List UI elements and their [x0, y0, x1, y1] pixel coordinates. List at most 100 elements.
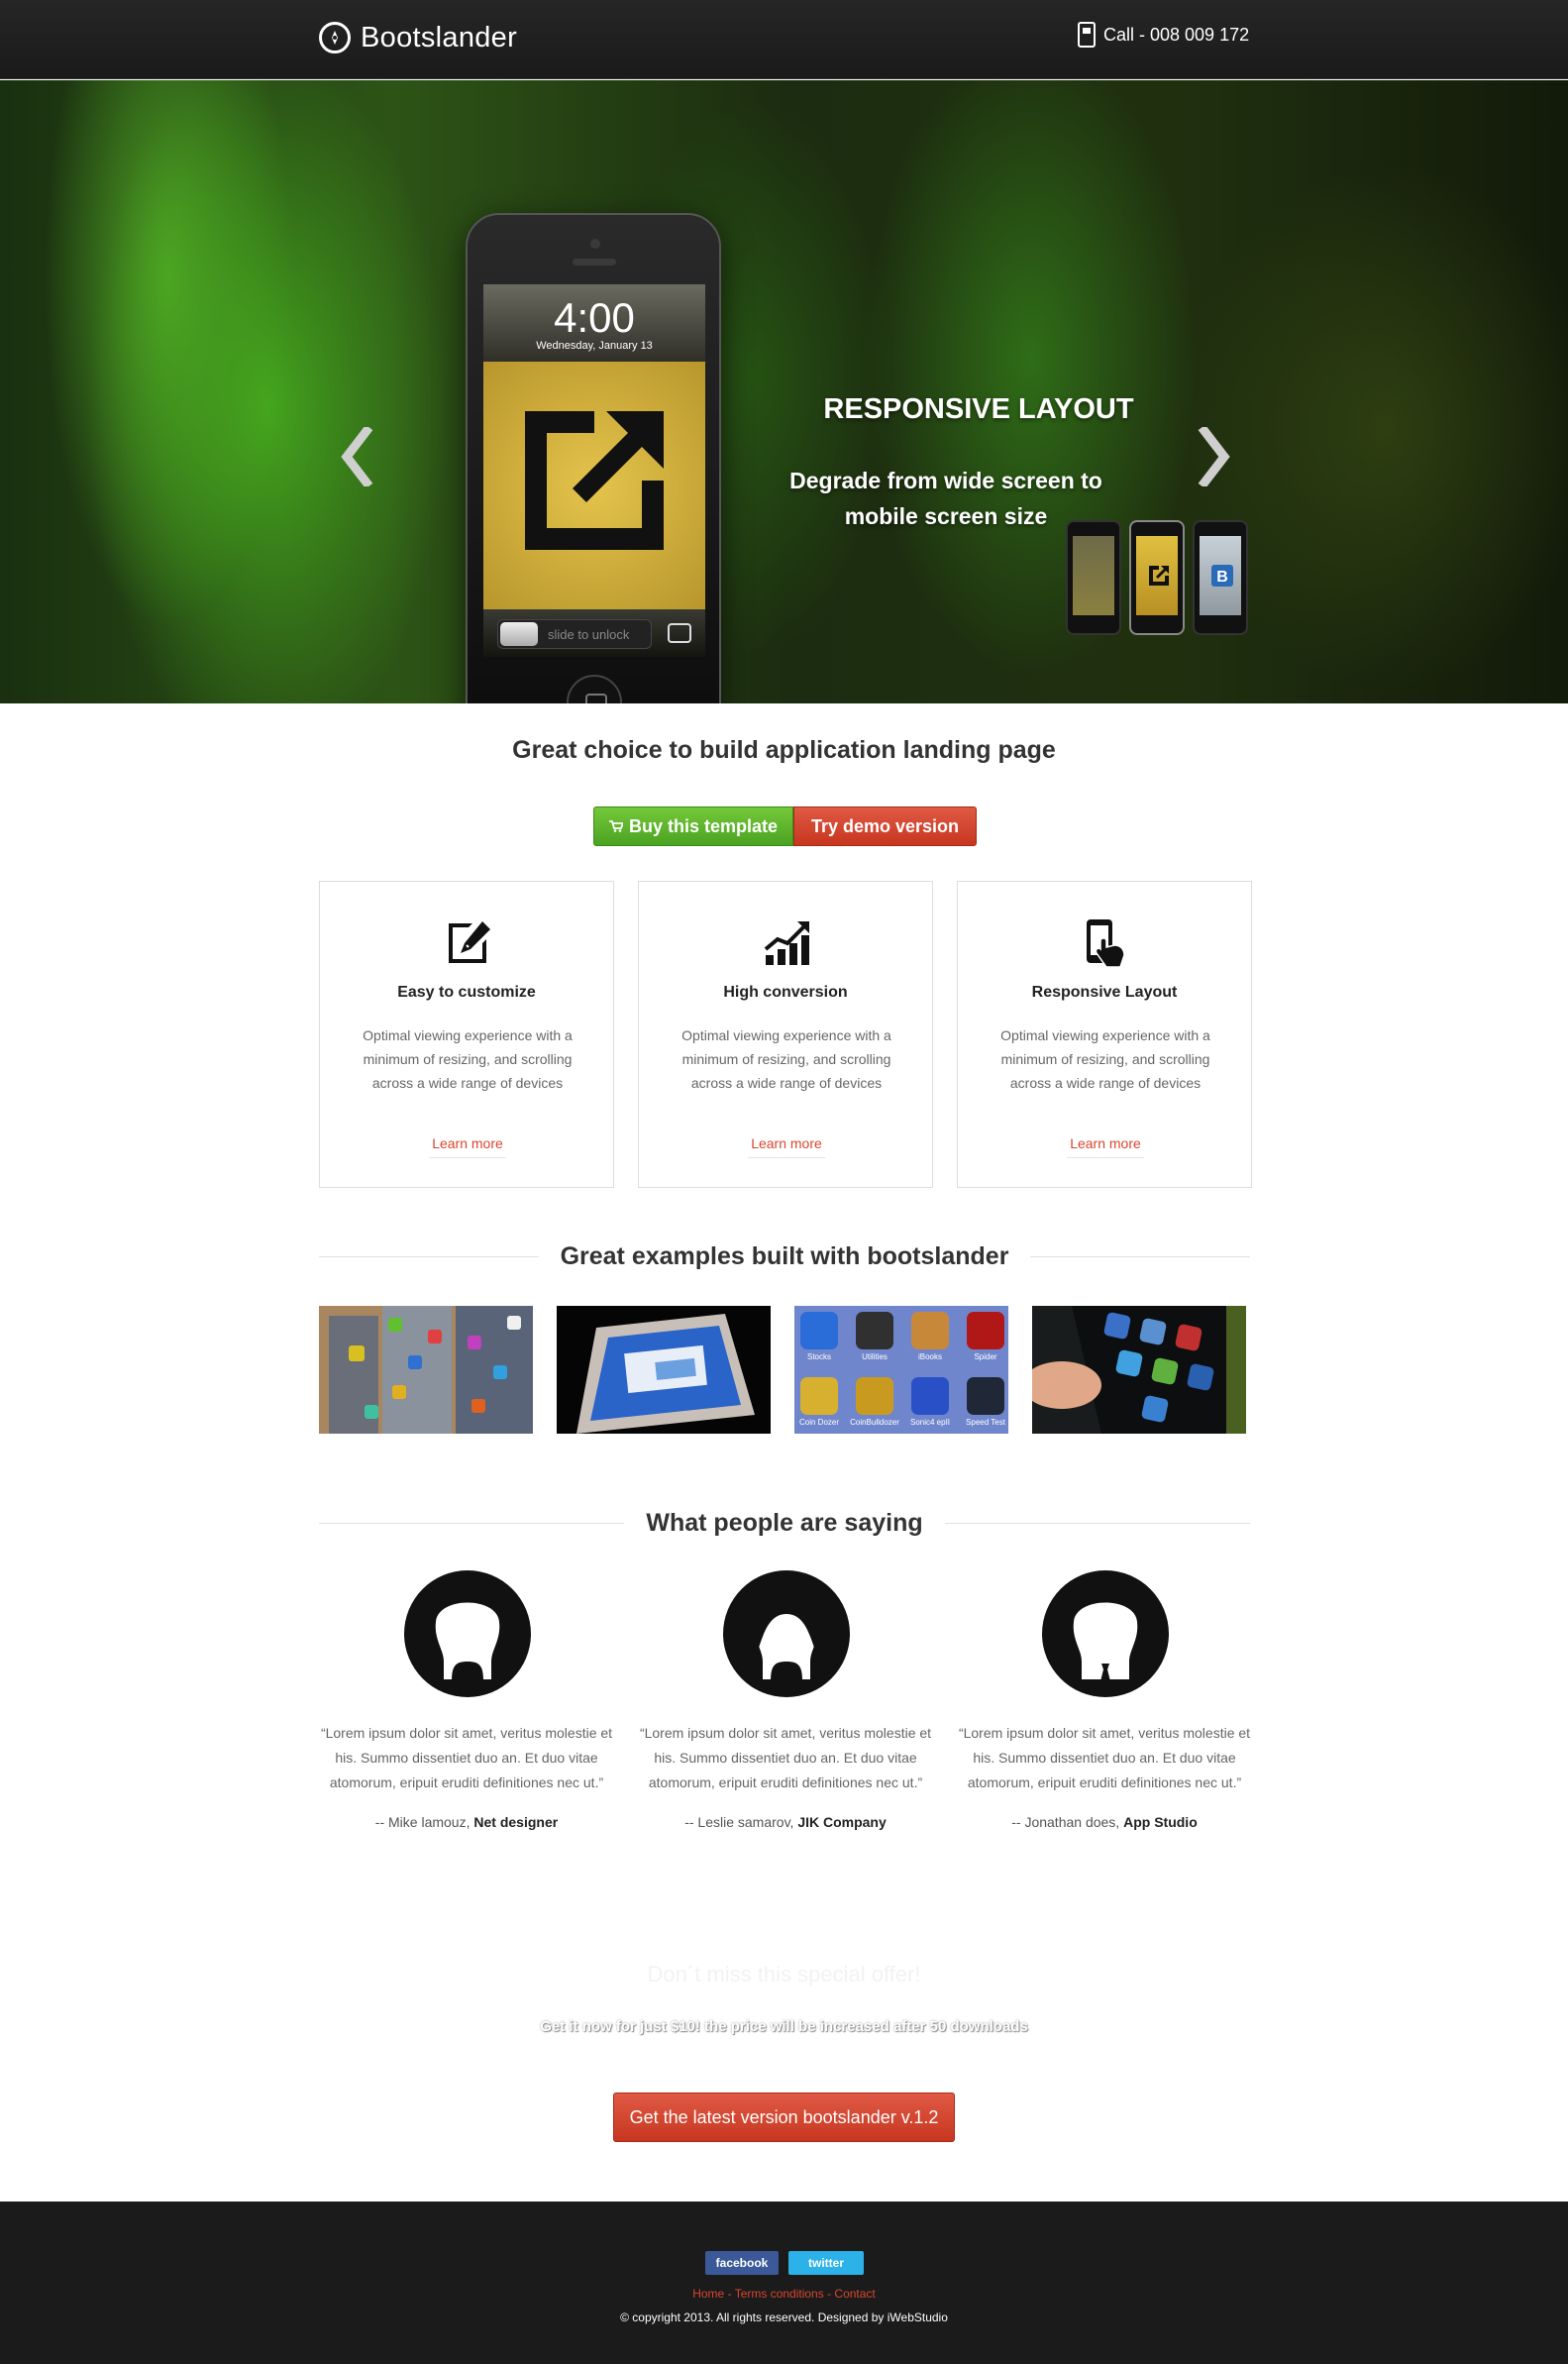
author-name: -- Leslie samarov, — [684, 1814, 798, 1830]
app-label: iBooks — [917, 1352, 942, 1361]
testimonials-heading-text: What people are saying — [646, 1508, 923, 1537]
footer-link-contact[interactable]: Contact — [834, 2287, 875, 2301]
user-avatar-icon — [1042, 1570, 1169, 1697]
footer-links: Home - Terms conditions - Contact — [0, 2287, 1568, 2301]
social-links: facebook twitter — [705, 2251, 864, 2275]
copyright-text: © copyright 2013. All rights reserved. D… — [620, 2310, 948, 2324]
testimonial-card: “Lorem ipsum dolor sit amet, veritus mol… — [638, 1570, 933, 1838]
example-image-1[interactable] — [319, 1306, 533, 1434]
lockscreen-wallpaper — [483, 362, 705, 609]
testimonial-quote: “Lorem ipsum dolor sit amet, veritus mol… — [320, 1725, 613, 1790]
testimonial-quote: “Lorem ipsum dolor sit amet, veritus mol… — [639, 1725, 932, 1790]
twitter-button[interactable]: twitter — [788, 2251, 864, 2275]
feature-title: High conversion — [723, 984, 848, 1001]
example-image-3[interactable]: Stocks Utilities iBooks Spider Coin Doze… — [794, 1306, 1008, 1434]
feature-card-customize: Easy to customize Optimal viewing experi… — [319, 881, 614, 1188]
example-gallery: Stocks Utilities iBooks Spider Coin Doze… — [319, 1306, 1246, 1434]
brand-name: Bootslander — [361, 21, 518, 54]
svg-text:B: B — [1216, 569, 1228, 586]
slide-to-unlock-label: slide to unlock — [548, 627, 630, 642]
slider-thumb-2[interactable] — [1129, 520, 1185, 635]
phone-speaker — [573, 259, 616, 266]
divider — [319, 1255, 539, 1257]
brand-logo-link[interactable]: Bootslander — [319, 18, 517, 57]
testimonial-list: “Lorem ipsum dolor sit amet, veritus mol… — [319, 1570, 1252, 1838]
author-company: JIK Company — [797, 1814, 887, 1830]
learn-more-link[interactable]: Learn more — [748, 1135, 825, 1158]
footer-link-terms[interactable]: Terms conditions — [735, 2287, 824, 2301]
app-label: Speed Test — [966, 1418, 1005, 1427]
footer-separator: - — [724, 2287, 735, 2301]
hero-subtitle-line1: Degrade from wide screen to — [789, 468, 1102, 493]
examples-heading-text: Great examples built with bootslander — [560, 1241, 1009, 1270]
try-demo-button[interactable]: Try demo version — [793, 806, 977, 846]
feature-title: Responsive Layout — [1031, 984, 1178, 1001]
slider-thumb-1[interactable] — [1066, 520, 1121, 635]
facebook-button[interactable]: facebook — [705, 2251, 779, 2275]
feature-text: Optimal viewing experience with a minimu… — [681, 1027, 891, 1091]
testimonial-author: -- Leslie samarov, JIK Company — [638, 1814, 933, 1830]
edit-icon — [449, 921, 490, 963]
divider — [944, 1522, 1250, 1524]
learn-more-link[interactable]: Learn more — [1067, 1135, 1144, 1158]
example-image-2[interactable] — [557, 1306, 771, 1434]
feature-text: Optimal viewing experience with a minimu… — [1000, 1027, 1210, 1091]
app-label: Stocks — [806, 1352, 831, 1361]
buy-template-button[interactable]: Buy this template — [593, 806, 793, 846]
testimonial-card: “Lorem ipsum dolor sit amet, veritus mol… — [957, 1570, 1252, 1838]
chevron-right-icon[interactable] — [1195, 424, 1234, 489]
intro-tagline: Great choice to build application landin… — [512, 736, 1056, 764]
camera-icon[interactable] — [668, 623, 691, 643]
get-latest-version-button[interactable]: Get the latest version bootslander v.1.2 — [613, 2093, 955, 2142]
phone-mockup: 4:00 Wednesday, January 13 slide to unlo… — [466, 213, 721, 703]
feature-text: Optimal viewing experience with a minimu… — [363, 1027, 573, 1091]
hero-title: RESPONSIVE LAYOUT — [823, 393, 1134, 425]
offer-subtitle: Get it now for just $10! the price will … — [540, 2018, 1028, 2035]
author-company: Net designer — [473, 1814, 559, 1830]
hero-slider: 4:00 Wednesday, January 13 slide to unlo… — [0, 80, 1568, 703]
touch-phone-icon — [1087, 919, 1125, 968]
footer-link-home[interactable]: Home — [692, 2287, 724, 2301]
feature-card-conversion: High conversion Optimal viewing experien… — [638, 881, 933, 1188]
example-image-4[interactable] — [1032, 1306, 1246, 1434]
slide-to-unlock[interactable]: slide to unlock — [497, 619, 652, 649]
compass-icon — [319, 22, 351, 54]
learn-more-link[interactable]: Learn more — [429, 1135, 506, 1158]
growth-chart-icon — [764, 921, 809, 965]
testimonials-heading: What people are saying — [319, 1508, 1250, 1538]
lockscreen-date: Wednesday, January 13 — [536, 340, 653, 352]
examples-heading: Great examples built with bootslander — [319, 1241, 1250, 1271]
home-button — [567, 675, 622, 703]
feature-title: Easy to customize — [397, 984, 536, 1001]
app-label: CoinBulldozer — [850, 1418, 899, 1427]
slider-thumb-3[interactable]: B — [1193, 520, 1248, 635]
app-label: Sonic4 epII — [909, 1418, 951, 1427]
user-avatar-icon — [404, 1570, 531, 1697]
offer-title: Don´t miss this special offer! — [647, 1962, 921, 1987]
app-label: Spider — [974, 1352, 997, 1361]
user-avatar-icon — [723, 1570, 850, 1697]
cart-icon — [608, 820, 623, 832]
app-label: Utilities — [862, 1352, 888, 1361]
phone-camera-dot — [590, 239, 600, 249]
footer-separator: - — [823, 2287, 835, 2301]
testimonial-quote: “Lorem ipsum dolor sit amet, veritus mol… — [958, 1725, 1251, 1790]
author-name: -- Jonathan does, — [1011, 1814, 1124, 1830]
phone-screen: 4:00 Wednesday, January 13 slide to unlo… — [483, 284, 705, 657]
feature-card-responsive: Responsive Layout Optimal viewing experi… — [957, 881, 1252, 1188]
footer: facebook twitter Home - Terms conditions… — [0, 2202, 1568, 2364]
divider — [1030, 1255, 1250, 1257]
slider-thumbnails: B — [1066, 520, 1248, 635]
feature-list: Easy to customize Optimal viewing experi… — [319, 881, 1252, 1188]
lockscreen-bottom-bar: slide to unlock — [483, 609, 705, 657]
call-number: Call - 008 009 172 — [1103, 24, 1250, 45]
divider — [319, 1522, 625, 1524]
chevron-left-icon[interactable] — [337, 424, 376, 489]
buy-template-label: Buy this template — [628, 815, 779, 836]
phone-icon — [1078, 22, 1096, 48]
testimonial-card: “Lorem ipsum dolor sit amet, veritus mol… — [319, 1570, 614, 1838]
cta-button-group: Buy this template Try demo version — [593, 806, 977, 846]
lockscreen-clock: 4:00 Wednesday, January 13 — [483, 284, 705, 362]
lockscreen-time: 4:00 — [554, 294, 635, 341]
external-link-icon — [525, 411, 664, 550]
